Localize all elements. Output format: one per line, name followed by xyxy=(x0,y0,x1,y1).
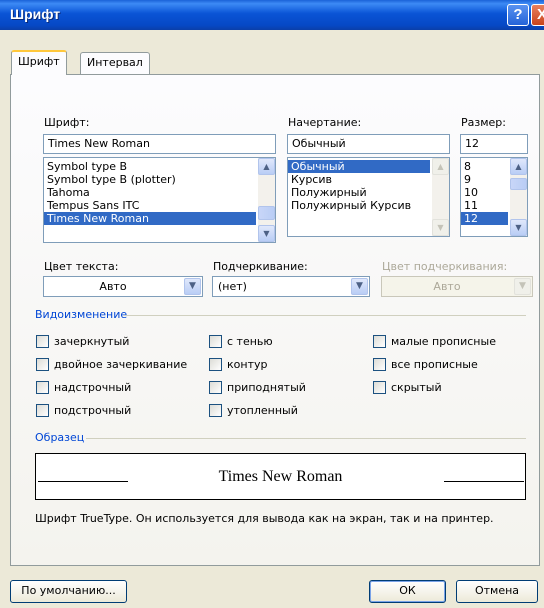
underline-color-select: Авто ▼ xyxy=(381,276,533,297)
double-strikethrough-checkbox[interactable]: двойное зачеркивание xyxy=(36,356,187,372)
preview-group-divider xyxy=(86,438,526,439)
emboss-label: приподнятый xyxy=(227,380,306,394)
tab-spacing[interactable]: Интервал xyxy=(80,52,150,74)
preview-note: Шрифт TrueType. Он используется для выво… xyxy=(35,512,494,525)
subscript-label: подстрочный xyxy=(54,403,132,417)
underline-label: Подчеркивание: xyxy=(213,260,308,273)
text-color-select[interactable]: Авто ▼ xyxy=(43,276,203,297)
preview-baseline-right xyxy=(444,481,524,482)
strikethrough-checkbox[interactable]: зачеркнутый xyxy=(36,333,129,349)
scroll-up-arrow-icon: ▲ xyxy=(432,158,449,175)
engrave-label: утопленный xyxy=(227,403,298,417)
checkbox-box[interactable] xyxy=(36,334,49,348)
close-button[interactable]: X xyxy=(531,4,544,26)
preview-sample-text: Times New Roman xyxy=(218,468,343,485)
font-list-item[interactable]: Tahoma xyxy=(44,186,275,199)
superscript-label: надстрочный xyxy=(54,380,132,394)
style-list-item[interactable]: Курсив xyxy=(288,173,449,186)
style-label: Начертание: xyxy=(288,116,362,129)
effects-group-divider xyxy=(124,315,526,316)
scroll-thumb[interactable] xyxy=(258,206,275,220)
style-list[interactable]: Обычный Курсив Полужирный Полужирный Кур… xyxy=(287,157,450,237)
cancel-button[interactable]: Отмена xyxy=(456,580,538,603)
scroll-up-arrow-icon[interactable]: ▲ xyxy=(258,158,275,175)
strikethrough-label: зачеркнутый xyxy=(54,334,130,348)
chevron-down-icon: ▼ xyxy=(514,278,531,295)
checkbox-box[interactable] xyxy=(373,334,386,348)
default-button[interactable]: По умолчанию... xyxy=(10,580,127,603)
font-list-item-selected[interactable]: Times New Roman xyxy=(44,212,256,225)
underline-value: (нет) xyxy=(218,280,247,293)
checkbox-box[interactable] xyxy=(209,403,222,417)
engrave-checkbox[interactable]: утопленный xyxy=(209,402,298,418)
double-strikethrough-label: двойное зачеркивание xyxy=(54,357,188,371)
outline-checkbox[interactable]: контур xyxy=(209,356,267,372)
hidden-checkbox[interactable]: скрытый xyxy=(373,379,442,395)
font-list-scrollbar[interactable]: ▲ ▼ xyxy=(258,158,275,242)
size-list[interactable]: 8 9 10 11 12 ▲ ▼ xyxy=(460,157,528,237)
style-list-item-selected[interactable]: Обычный xyxy=(288,160,430,173)
font-name-input[interactable]: Times New Roman xyxy=(43,134,276,154)
small-caps-label: малые прописные xyxy=(391,334,496,348)
superscript-checkbox[interactable]: надстрочный xyxy=(36,379,131,395)
scroll-down-arrow-icon[interactable]: ▼ xyxy=(258,225,275,242)
all-caps-checkbox[interactable]: все прописные xyxy=(373,356,478,372)
checkbox-box[interactable] xyxy=(36,380,49,394)
scroll-thumb[interactable] xyxy=(510,178,527,190)
underline-color-value: Авто xyxy=(433,280,461,293)
subscript-checkbox[interactable]: подстрочный xyxy=(36,402,131,418)
style-list-item[interactable]: Полужирный Курсив xyxy=(288,199,449,212)
font-label: Шрифт: xyxy=(44,116,90,129)
checkbox-box[interactable] xyxy=(209,357,222,371)
small-caps-checkbox[interactable]: малые прописные xyxy=(373,333,496,349)
effects-group-title: Видоизменение xyxy=(35,308,128,321)
chevron-down-icon[interactable]: ▼ xyxy=(351,278,368,295)
size-list-item-selected[interactable]: 12 xyxy=(461,212,508,225)
all-caps-label: все прописные xyxy=(391,357,478,371)
style-list-item[interactable]: Полужирный xyxy=(288,186,449,199)
chevron-down-icon[interactable]: ▼ xyxy=(184,278,201,295)
style-list-scrollbar: ▲ ▼ xyxy=(432,158,449,236)
outline-label: контур xyxy=(227,357,268,371)
checkbox-box[interactable] xyxy=(36,357,49,371)
preview-box: Times New Roman xyxy=(35,453,526,500)
scroll-up-arrow-icon[interactable]: ▲ xyxy=(510,158,527,175)
underline-color-label: Цвет подчеркивания: xyxy=(382,260,508,273)
text-color-label: Цвет текста: xyxy=(44,260,119,273)
checkbox-box[interactable] xyxy=(373,357,386,371)
size-label: Размер: xyxy=(461,116,506,129)
preview-group-title: Образец xyxy=(35,431,85,444)
size-input[interactable]: 12 xyxy=(460,134,528,154)
size-list-scrollbar[interactable]: ▲ ▼ xyxy=(510,158,527,236)
tab-font[interactable]: Шрифт xyxy=(11,50,67,75)
emboss-checkbox[interactable]: приподнятый xyxy=(209,379,306,395)
shadow-checkbox[interactable]: с тенью xyxy=(209,333,273,349)
font-list[interactable]: Symbol type B Symbol type B (plotter) Ta… xyxy=(43,157,276,243)
shadow-label: с тенью xyxy=(227,334,273,348)
help-button[interactable]: ? xyxy=(507,4,529,26)
checkbox-box[interactable] xyxy=(209,334,222,348)
text-color-value: Авто xyxy=(99,280,127,293)
style-input[interactable]: Обычный xyxy=(287,134,450,154)
font-list-item[interactable]: Symbol type B xyxy=(44,160,275,173)
window-title: Шрифт xyxy=(10,6,61,22)
font-list-item[interactable]: Symbol type B (plotter) xyxy=(44,173,275,186)
ok-button[interactable]: ОК xyxy=(369,580,446,603)
title-bar: Шрифт ? X xyxy=(0,0,544,30)
checkbox-box[interactable] xyxy=(36,403,49,417)
checkbox-box[interactable] xyxy=(373,380,386,394)
font-list-item[interactable]: Tempus Sans ITC xyxy=(44,199,275,212)
checkbox-box[interactable] xyxy=(209,380,222,394)
underline-select[interactable]: (нет) ▼ xyxy=(212,276,370,297)
scroll-down-arrow-icon[interactable]: ▼ xyxy=(510,219,527,236)
hidden-label: скрытый xyxy=(391,380,442,394)
scroll-down-arrow-icon: ▼ xyxy=(432,219,449,236)
